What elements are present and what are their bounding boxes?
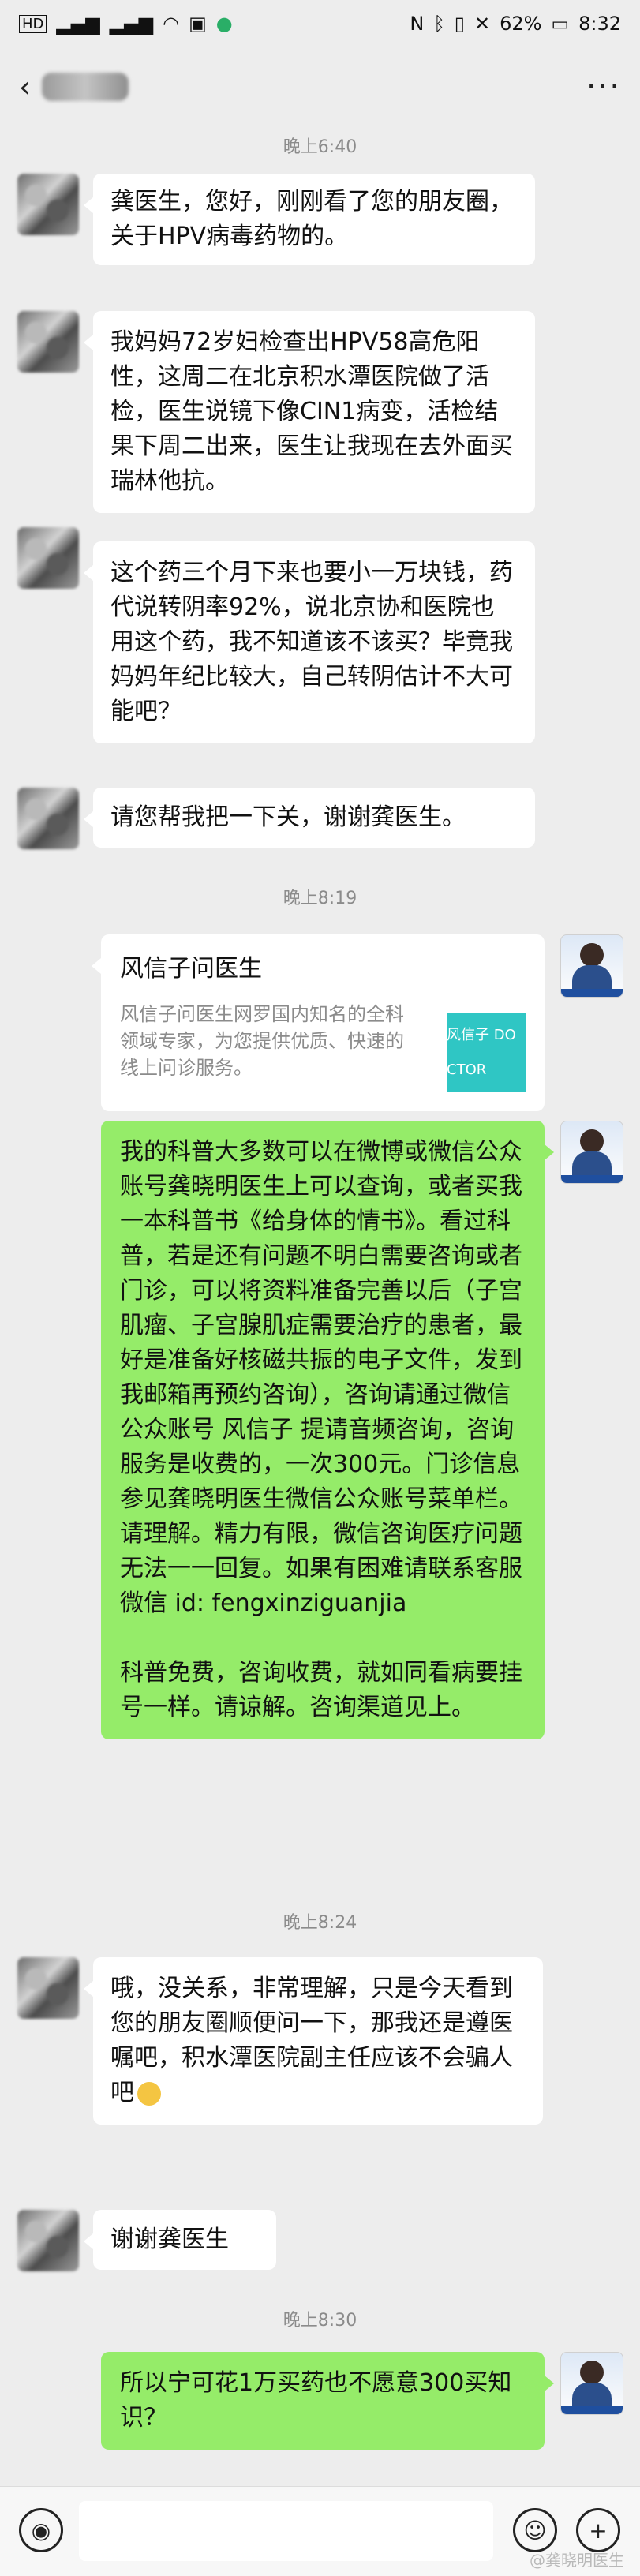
avatar-stripe — [561, 989, 623, 997]
message-text: 我妈妈72岁妇检查出HPV58高危阳性，这周二在北京积水潭医院做了活检，医生说镜… — [110, 328, 513, 495]
battery-icon: ▭ — [551, 13, 570, 35]
bluetooth-icon: ᛒ — [433, 13, 445, 35]
avatar[interactable] — [17, 2210, 79, 2271]
status-bar: HD ▂▄▆ ▂▄▆ ◠ ▣ ● N ᛒ ▯ ✕ 62% ▭ 8:32 — [0, 0, 640, 47]
message-bubble[interactable]: 我妈妈72岁妇检查出HPV58高危阳性，这周二在北京积水潭医院做了活检，医生说镜… — [84, 311, 535, 513]
message-text: 所以宁可花1万买药也不愿意300买知识？ — [120, 2369, 512, 2432]
status-left: HD ▂▄▆ ▂▄▆ ◠ ▣ ● — [19, 13, 233, 35]
contact-name-redacted — [42, 73, 129, 101]
battery-text: 62% — [500, 13, 542, 35]
avatar-stripe — [561, 1175, 623, 1183]
doctor-avatar[interactable] — [560, 1121, 623, 1184]
notification-icon: ▣ — [189, 13, 207, 35]
nfc-icon: N — [410, 13, 425, 35]
hd-icon: HD — [19, 14, 47, 33]
message-text: 请您帮我把一下关，谢谢龚医生。 — [110, 803, 466, 831]
avatar[interactable] — [17, 527, 79, 589]
signal-icon: ▂▄▆ — [109, 13, 154, 35]
message-bubble[interactable]: 所以宁可花1万买药也不愿意300买知识？ — [101, 2352, 554, 2450]
message-bubble[interactable]: 我的科普大多数可以在微博或微信公众账号龚晓明医生上可以查询，或者买我一本科普书《… — [101, 1121, 554, 1739]
chat-header: ‹ ··· — [0, 47, 640, 126]
message-bubble[interactable]: 谢谢龚医生 — [84, 2210, 276, 2270]
doctor-avatar[interactable] — [560, 2352, 623, 2415]
timestamp: 晚上8:19 — [283, 889, 357, 908]
card-logo: 风信子 DOCTOR — [447, 1013, 526, 1092]
card-title: 风信子问医生 — [120, 955, 262, 983]
timestamp: 晚上8:24 — [283, 1913, 357, 1933]
message-text: 我的科普大多数可以在微博或微信公众账号龚晓明医生上可以查询，或者买我一本科普书《… — [120, 1138, 522, 1617]
emoji-icon[interactable]: ☺ — [513, 2508, 557, 2552]
wifi-icon: ◠ — [163, 13, 180, 35]
avatar-head — [580, 2361, 604, 2384]
message-bubble[interactable]: 龚医生，您好，刚刚看了您的朋友圈，关于HPV病毒药物的。 — [84, 174, 535, 265]
message-text: 这个药三个月下来也要小一万块钱，药代说转阴率92%，说北京协和医院也用这个药，我… — [110, 559, 513, 725]
card-description: 风信子问医生网罗国内知名的全科领域专家，为您提供优质、快速的线上问诊服务。 — [120, 1003, 404, 1079]
voice-icon[interactable]: ◉ — [19, 2508, 63, 2552]
mute-icon: ✕ — [473, 13, 491, 35]
avatar[interactable] — [17, 1957, 79, 2019]
wechat-icon: ● — [215, 13, 233, 35]
signal-icon: ▂▄▆ — [56, 13, 100, 35]
status-right: N ᛒ ▯ ✕ 62% ▭ 8:32 — [410, 13, 621, 35]
message-bubble[interactable]: 哦，没关系，非常理解，只是今天看到您的朋友圈顺便问一下，那我还是遵医嘱吧，积水潭… — [84, 1957, 543, 2125]
card-logo-text: 风信子 DOCTOR — [447, 1027, 516, 1078]
avatar-head — [580, 943, 604, 967]
avatar-head — [580, 1129, 604, 1153]
avatar-stripe — [561, 2406, 623, 2414]
message-text: 科普免费，咨询收费，就如同看病要挂号一样。请谅解。咨询渠道见上。 — [120, 1659, 522, 1721]
thinking-emoji-icon — [137, 2081, 161, 2106]
doctor-avatar[interactable] — [560, 934, 623, 998]
plus-icon[interactable]: + — [576, 2508, 620, 2552]
avatar[interactable] — [17, 788, 79, 849]
message-input[interactable] — [79, 2501, 493, 2561]
message-bubble[interactable]: 这个药三个月下来也要小一万块钱，药代说转阴率92%，说北京协和医院也用这个药，我… — [84, 541, 535, 743]
avatar[interactable] — [17, 311, 79, 373]
avatar[interactable] — [17, 174, 79, 235]
more-options-button[interactable]: ··· — [586, 69, 621, 105]
message-bubble[interactable]: 请您帮我把一下关，谢谢龚医生。 — [84, 788, 535, 848]
message-text: 谢谢龚医生 — [110, 2226, 229, 2253]
clock: 8:32 — [578, 13, 621, 35]
back-button[interactable]: ‹ — [19, 69, 129, 104]
timestamp: 晚上8:30 — [283, 2311, 357, 2331]
vibrate-icon: ▯ — [454, 13, 465, 35]
message-text: 哦，没关系，非常理解，只是今天看到您的朋友圈顺便问一下，那我还是遵医嘱吧，积水潭… — [110, 1975, 513, 2106]
back-icon: ‹ — [19, 69, 32, 104]
message-text: 龚医生，您好，刚刚看了您的朋友圈，关于HPV病毒药物的。 — [110, 188, 513, 250]
link-card[interactable]: 风信子问医生 风信子问医生网罗国内知名的全科领域专家，为您提供优质、快速的线上问… — [92, 934, 545, 1111]
timestamp: 晚上6:40 — [283, 137, 357, 157]
watermark: @龚晓明医生 — [530, 2551, 624, 2570]
